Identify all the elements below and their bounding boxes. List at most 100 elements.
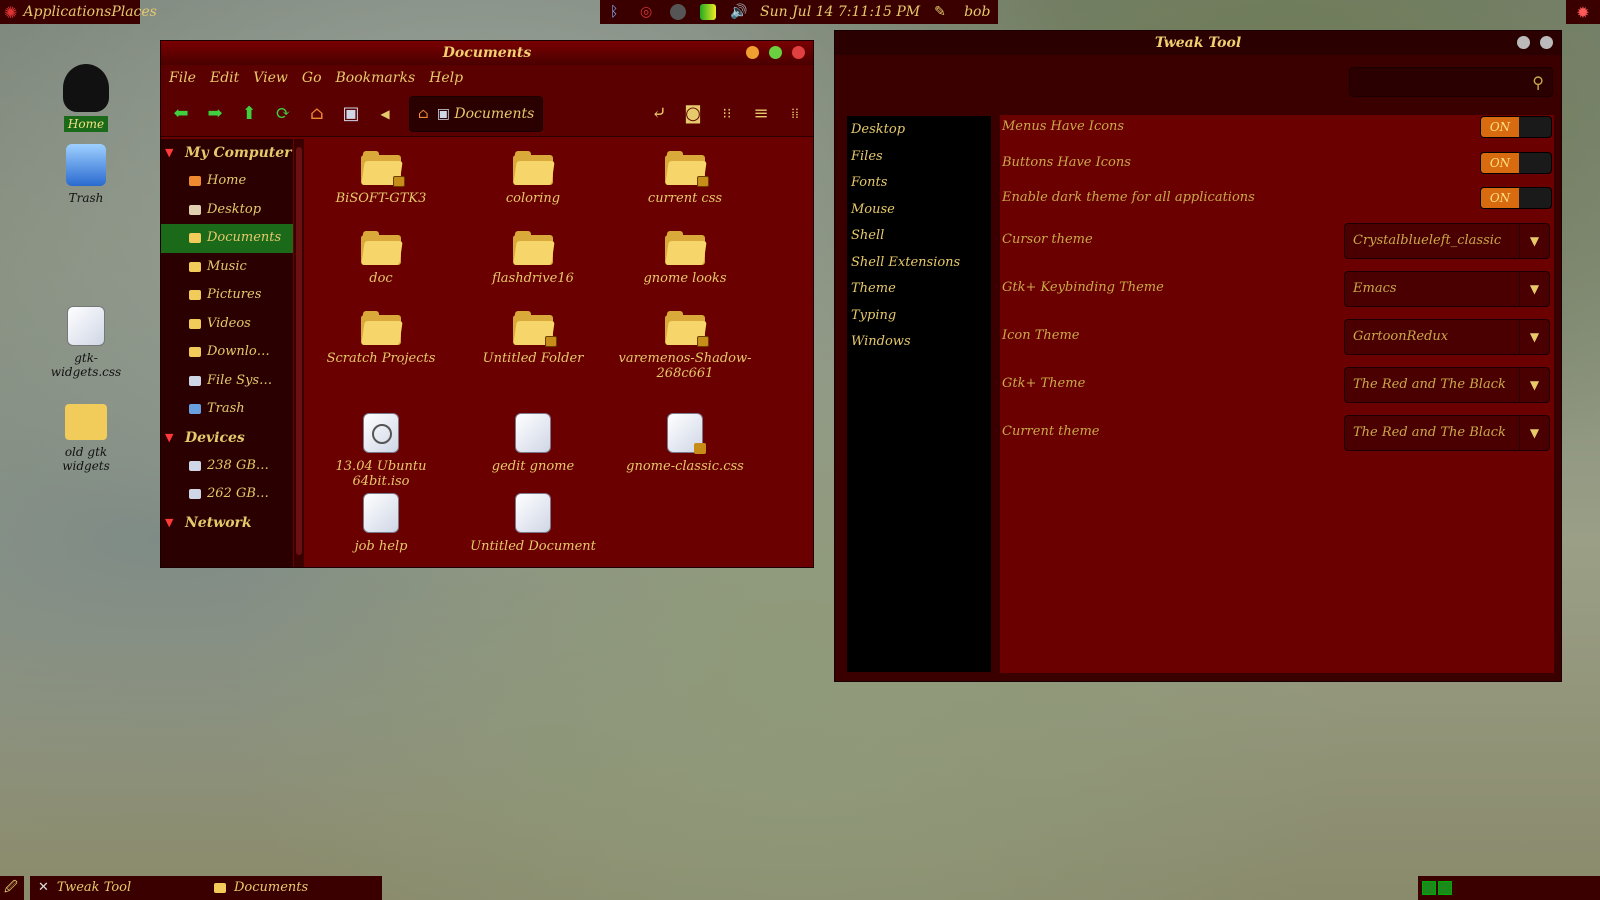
folder-icon	[665, 311, 709, 347]
sidebar-item-downloads[interactable]: Downlo…	[161, 338, 293, 367]
sidebar-item-home[interactable]: Home	[161, 167, 293, 196]
file-item[interactable]: gedit gnome	[458, 413, 608, 474]
menu-bookmarks[interactable]: Bookmarks	[336, 70, 416, 86]
bluetooth-icon[interactable]: ᛒ	[610, 4, 626, 20]
menu-edit[interactable]: Edit	[210, 70, 239, 86]
sidebar-item-pictures[interactable]: Pictures	[161, 281, 293, 310]
menu-file[interactable]: File	[169, 70, 196, 86]
menu-help[interactable]: Help	[429, 70, 463, 86]
sidebar-item-file-system[interactable]: File Sys…	[161, 367, 293, 396]
sidebar-item-desktop[interactable]: Desktop	[161, 196, 293, 225]
search-toolbar-icon[interactable]: ◙	[683, 103, 703, 124]
cloud-icon[interactable]	[670, 4, 686, 20]
file-item[interactable]: gnome looks	[610, 231, 760, 286]
path-home-icon[interactable]: ⌂	[418, 106, 429, 122]
minimize-button[interactable]	[746, 46, 759, 59]
open-terminal-icon[interactable]: ⤶	[649, 103, 669, 124]
sidebar-heading-my-computer[interactable]: My Computer	[161, 139, 293, 167]
taskbar-item-tweak-tool[interactable]: ✕ Tweak Tool	[30, 876, 206, 900]
sidebar-scrollbar[interactable]	[294, 139, 304, 567]
combo-cursor-theme[interactable]: Crystalblueleft_classic ▼	[1344, 223, 1550, 259]
close-button[interactable]	[792, 46, 805, 59]
back-icon[interactable]: ⬅	[171, 103, 191, 124]
combo-icon-theme[interactable]: GartoonRedux ▼	[1344, 319, 1550, 355]
sidebar-item-device-262gb[interactable]: 262 GB…	[161, 480, 293, 509]
file-item[interactable]: Scratch Projects	[306, 311, 456, 366]
file-item[interactable]: gnome-classic.css	[610, 413, 760, 474]
path-segment-documents[interactable]: ▣ Documents	[437, 106, 535, 122]
file-item[interactable]: doc	[306, 231, 456, 286]
file-item[interactable]: coloring	[458, 151, 608, 206]
reload-icon[interactable]: ⟳	[273, 103, 293, 124]
close-button[interactable]	[1540, 36, 1553, 49]
taskbar-item-documents[interactable]: Documents	[206, 876, 382, 900]
workspace-2[interactable]	[1438, 881, 1452, 895]
ubuntu-logo-icon[interactable]: ✺	[4, 3, 17, 22]
file-manager-titlebar[interactable]: Documents	[161, 41, 813, 65]
switch-menus-have-icons[interactable]: ON	[1480, 116, 1552, 138]
file-item[interactable]: BiSOFT-GTK3	[306, 151, 456, 206]
desktop-icon-old-gtk-widgets[interactable]: old gtk widgets	[36, 404, 136, 474]
menu-view[interactable]: View	[253, 70, 288, 86]
ubuntu-one-icon[interactable]: ◎	[640, 4, 656, 20]
section-desktop[interactable]: Desktop	[847, 117, 991, 144]
disc-image-icon	[363, 413, 399, 453]
file-item[interactable]: job help	[306, 493, 456, 554]
show-desktop-button[interactable]: 🖉	[0, 876, 24, 900]
tweak-tool-titlebar[interactable]: Tweak Tool	[835, 31, 1561, 55]
user-name[interactable]: bob	[964, 4, 990, 20]
file-item[interactable]: varemenos-Shadow-268c661	[610, 311, 760, 381]
volume-icon[interactable]: 🔊	[730, 4, 747, 20]
workspace-switcher[interactable]	[1418, 876, 1600, 900]
section-files[interactable]: Files	[847, 144, 991, 171]
compact-view-icon[interactable]: ⁞⁞	[785, 104, 805, 124]
sidebar-scrollbar-thumb[interactable]	[296, 147, 302, 555]
section-shell-extensions[interactable]: Shell Extensions	[847, 250, 991, 277]
combo-keybinding-theme[interactable]: Emacs ▼	[1344, 271, 1550, 307]
sidebar-item-device-238gb[interactable]: 238 GB…	[161, 452, 293, 481]
file-item[interactable]: Untitled Document	[458, 493, 608, 554]
sidebar-item-trash[interactable]: Trash	[161, 395, 293, 424]
sidebar-item-music[interactable]: Music	[161, 253, 293, 282]
section-mouse[interactable]: Mouse	[847, 197, 991, 224]
switch-buttons-have-icons[interactable]: ON	[1480, 152, 1552, 174]
section-typing[interactable]: Typing	[847, 303, 991, 330]
file-item[interactable]: Untitled Folder	[458, 311, 608, 366]
combo-current-theme[interactable]: The Red and The Black ▼	[1344, 415, 1550, 451]
list-view-icon[interactable]: ≡	[751, 103, 771, 124]
minimize-button[interactable]	[1517, 36, 1530, 49]
section-shell[interactable]: Shell	[847, 223, 991, 250]
tweak-search-input[interactable]: ⚲	[1349, 67, 1553, 97]
applications-places-menu[interactable]: ApplicationsPlaces	[23, 4, 156, 20]
session-icon[interactable]: ✹	[1566, 0, 1600, 24]
section-fonts[interactable]: Fonts	[847, 170, 991, 197]
sidebar-heading-network[interactable]: Network	[161, 509, 293, 537]
section-theme[interactable]: Theme	[847, 276, 991, 303]
computer-icon[interactable]: ▣	[341, 103, 361, 124]
icon-view-icon[interactable]: ⁝⁝	[717, 104, 737, 124]
file-name: flashdrive16	[492, 271, 574, 286]
desktop-icon-home[interactable]: Home	[36, 64, 136, 132]
combo-gtk-theme[interactable]: The Red and The Black ▼	[1344, 367, 1550, 403]
sidebar-item-videos[interactable]: Videos	[161, 310, 293, 339]
sidebar-heading-devices[interactable]: Devices	[161, 424, 293, 452]
sidebar-item-documents[interactable]: Documents	[161, 224, 293, 253]
file-item[interactable]: 13.04 Ubuntu 64bit.iso	[306, 413, 456, 489]
home-toolbar-icon[interactable]: ⌂	[307, 103, 327, 124]
file-item[interactable]: flashdrive16	[458, 231, 608, 286]
user-icon[interactable]: ✎	[934, 4, 950, 20]
workspace-1[interactable]	[1422, 881, 1436, 895]
switch-dark-theme[interactable]: ON	[1480, 187, 1552, 209]
maximize-button[interactable]	[769, 46, 782, 59]
network-signal-icon[interactable]	[700, 4, 716, 20]
path-left-arrow-icon[interactable]: ◀	[375, 104, 395, 124]
clock[interactable]: Sun Jul 14 7:11:15 PM	[760, 4, 920, 20]
desktop-icon-trash[interactable]: Trash	[36, 144, 136, 206]
file-item[interactable]: current css	[610, 151, 760, 206]
menu-go[interactable]: Go	[302, 70, 322, 86]
top-panel-left[interactable]: ✺ ApplicationsPlaces	[0, 0, 157, 24]
up-icon[interactable]: ⬆	[239, 103, 259, 124]
forward-icon[interactable]: ➡	[205, 103, 225, 124]
desktop-icon-gtk-widgets-css[interactable]: gtk-widgets.css	[36, 306, 136, 380]
section-windows[interactable]: Windows	[847, 329, 991, 356]
